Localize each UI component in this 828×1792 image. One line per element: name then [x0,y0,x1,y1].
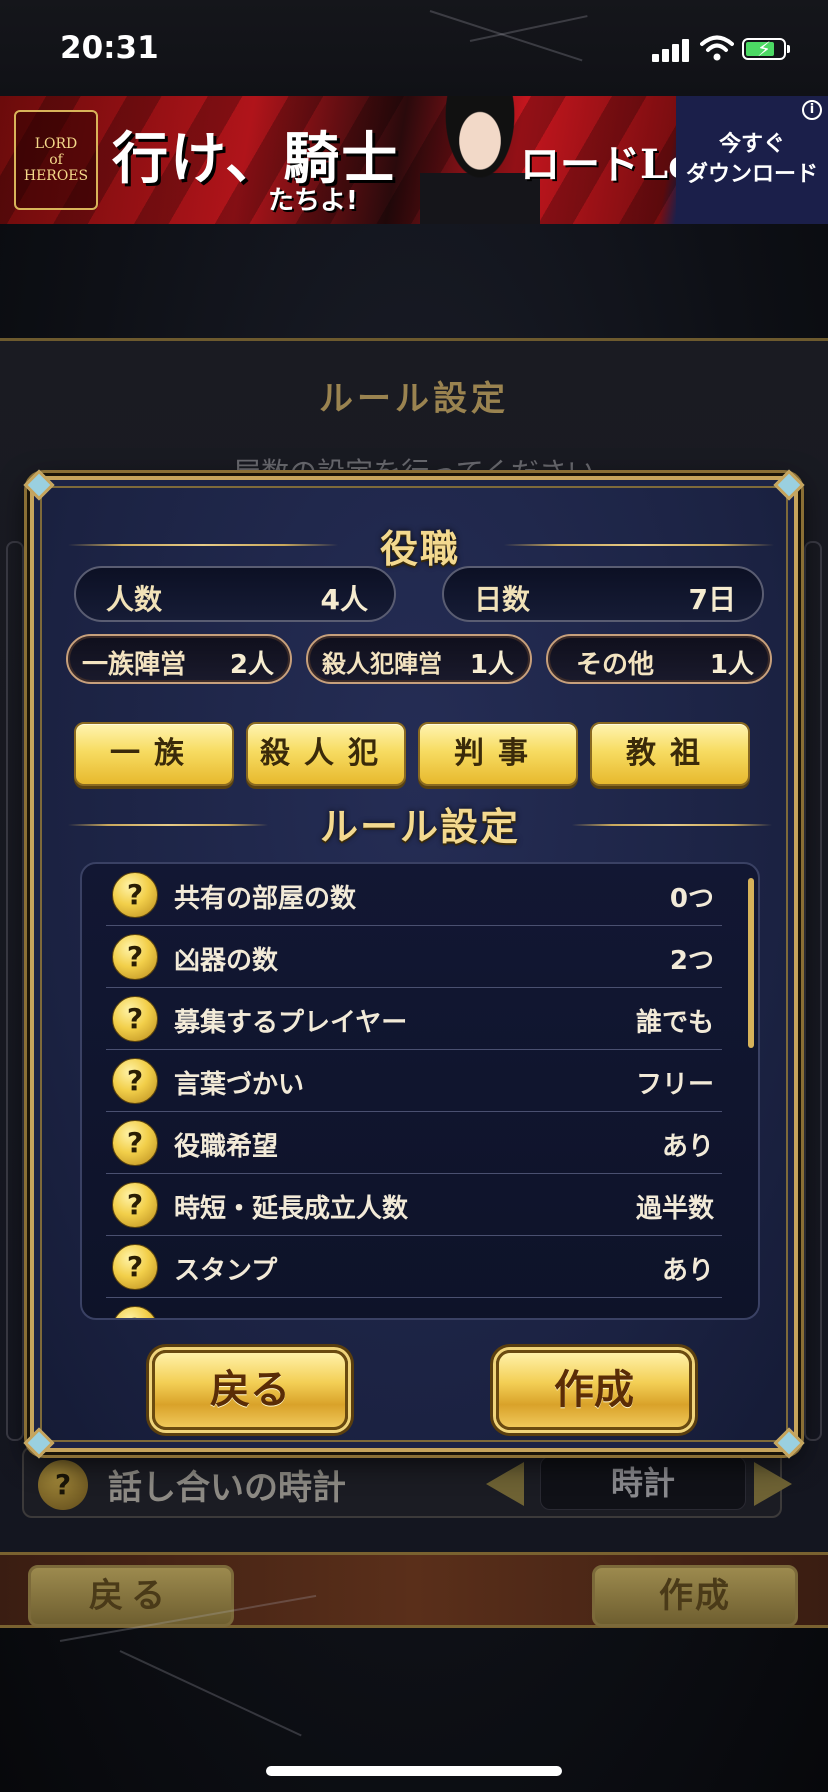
question-mark-icon[interactable]: ? [112,1244,158,1290]
role-button-judge[interactable]: 判事 [418,722,578,786]
background-row-value: 時計 [540,1456,746,1510]
rule-value: 0つ [669,884,714,914]
rule-row-stamps[interactable]: ? スタンプ あり [106,1236,722,1298]
screen-crack [119,1650,302,1737]
battery-charging-icon: ⚡ [742,37,790,61]
role-button-murderer[interactable]: 殺人犯 [246,722,406,786]
camp-clan: 一族陣営 2人 [66,634,292,684]
rule-label: 言葉づかい [174,1070,305,1100]
role-button-cult-leader[interactable]: 教祖 [590,722,750,786]
player-count-label: 人数 [106,583,163,616]
camp-clan-label: 一族陣営 [82,650,187,680]
status-time: 20:31 [60,30,159,66]
camp-murderer-label: 殺人犯陣営 [322,650,442,678]
divider [504,544,774,546]
app-screen: 20:31 ⚡ LORD of HEROES 行け、騎士 たちよ! ロードLor… [0,0,828,1792]
rule-label: スタンプ [174,1256,278,1286]
rule-row-shared-rooms[interactable]: ? 共有の部屋の数 0つ [106,864,722,926]
cellular-signal-icon [652,38,692,62]
ad-info-icon[interactable]: i [802,100,822,120]
question-mark-icon[interactable]: ? [112,1306,158,1318]
wifi-icon [700,34,734,62]
day-count-label: 日数 [474,583,531,616]
background-back-button: 戻る [28,1565,234,1627]
rule-label: 時短・延長成立人数 [174,1194,409,1224]
rule-value: 誰でも [635,1008,714,1038]
rule-row-language[interactable]: ? 言葉づかい フリー [106,1050,722,1112]
rule-label: 共有の部屋の数 [174,884,357,914]
rule-row-recruit-players[interactable]: ? 募集するプレイヤー 誰でも [106,988,722,1050]
rules-scrollbar[interactable] [748,878,754,1048]
rule-row-role-preference[interactable]: ? 役職希望 あり [106,1112,722,1174]
rule-value: 2つ [669,946,714,976]
camp-murderer: 殺人犯陣営 1人 [306,634,532,684]
ad-game-logo: LORD of HEROES [14,110,98,210]
question-mark-icon: ? [38,1460,88,1510]
arrow-left-icon [486,1462,524,1506]
ad-banner[interactable]: LORD of HEROES 行け、騎士 たちよ! ロードLord 今すぐ ダウ… [0,96,828,224]
arrow-right-icon [754,1462,792,1506]
camp-clan-value: 2人 [229,650,274,680]
camp-other-value: 1人 [709,650,754,680]
rule-value: 過半数 [635,1194,714,1224]
rules-list[interactable]: ? 共有の部屋の数 0つ ? 凶器の数 2つ ? 募集するプレイヤー 誰でも ?… [80,862,760,1320]
screen-crack [429,10,583,62]
player-count-value: 4人 [320,583,368,616]
divider [572,824,772,826]
footer-bar: 戻る 作成 [0,1552,828,1628]
role-button-clan[interactable]: 一族 [74,722,234,786]
background-row-label: 話し合いの時計 [108,1468,346,1508]
camp-murderer-value: 1人 [469,650,514,680]
rule-label: 役職希望 [174,1132,279,1162]
home-indicator[interactable] [266,1766,562,1776]
rule-label: 日数の最の長さ [174,1312,356,1318]
background-panel-edge [6,541,24,1441]
camp-other: その他 1人 [546,634,772,684]
ad-subheadline: たちよ! [268,186,358,216]
rule-value: あり [661,1132,714,1162]
question-mark-icon[interactable]: ? [112,1058,158,1104]
question-mark-icon[interactable]: ? [112,996,158,1042]
rule-label: 凶器の数 [174,946,279,976]
background-title: ルール設定 [319,379,509,419]
question-mark-icon[interactable]: ? [112,872,158,918]
rule-value: フリー [635,1070,714,1100]
rule-row-time-vote[interactable]: ? 時短・延長成立人数 過半数 [106,1174,722,1236]
rule-row-day-length[interactable]: ? 日数の最の長さ 3分 [106,1298,722,1318]
player-count: 人数 4人 [74,566,396,622]
question-mark-icon[interactable]: ? [112,934,158,980]
rule-value: あり [661,1256,714,1286]
rule-label: 募集するプレイヤー [174,1008,408,1038]
day-count-value: 7日 [688,583,736,616]
day-count: 日数 7日 [442,566,764,622]
rule-settings-dialog: 役職 人数 4人 日数 7日 一族陣営 2人 殺人犯陣営 1人 その他 1人 一… [23,469,805,1459]
back-button[interactable]: 戻る [152,1350,348,1430]
rule-row-weapons[interactable]: ? 凶器の数 2つ [106,926,722,988]
create-button[interactable]: 作成 [496,1350,692,1430]
background-create-button: 作成 [592,1565,798,1627]
background-clock-row: ? 話し合いの時計 時計 [22,1446,792,1518]
question-mark-icon[interactable]: ? [112,1120,158,1166]
rule-value: 3分 [670,1312,714,1318]
camp-other-label: その他 [576,650,655,680]
status-bar: 20:31 ⚡ [0,0,828,96]
question-mark-icon[interactable]: ? [112,1182,158,1228]
background-panel-edge [804,541,822,1441]
dialog-inner-frame: 役職 人数 4人 日数 7日 一族陣営 2人 殺人犯陣営 1人 その他 1人 一… [23,469,805,1459]
